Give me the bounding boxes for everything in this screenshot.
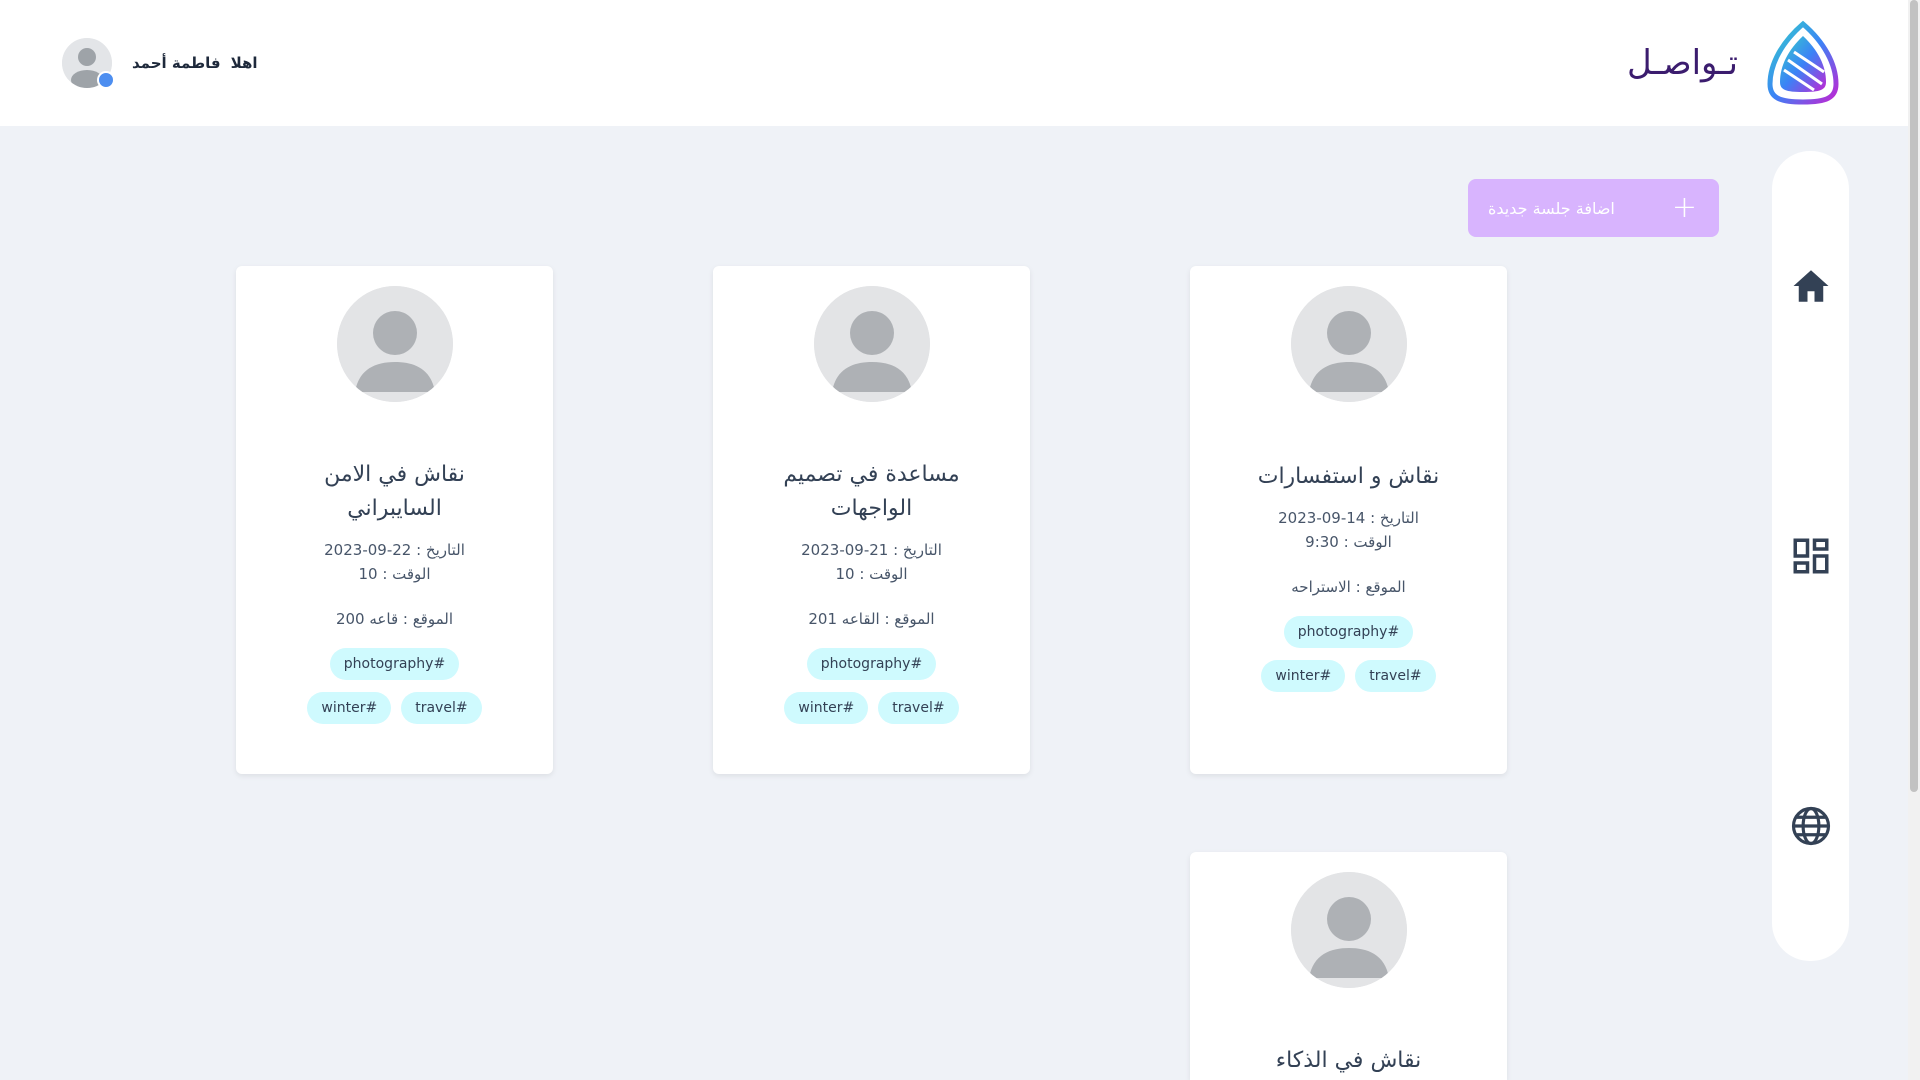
session-date: التاريخ : 14-09-2023 — [1278, 509, 1419, 527]
add-session-button[interactable]: + اضافة جلسة جديدة — [1468, 179, 1719, 237]
avatar — [1290, 872, 1407, 988]
user-avatar-icon — [813, 286, 930, 402]
session-card[interactable]: مساعدة في تصميم الواجهات التاريخ : 21-09… — [713, 266, 1030, 774]
globe-icon[interactable] — [1790, 805, 1832, 847]
tag-list: photography# travel# winter# — [784, 648, 959, 724]
session-date: التاريخ : 21-09-2023 — [801, 541, 942, 559]
session-datetime: التاريخ : 22-09-2023 الوقت : 10 — [324, 538, 465, 586]
user-profile[interactable]: اهلا فاطمة أحمد — [62, 38, 258, 90]
tag[interactable]: winter# — [784, 692, 869, 724]
session-card[interactable]: نقاش في الذكاء — [1190, 852, 1507, 1080]
session-title: نقاش و استفسارات — [1257, 464, 1440, 489]
home-icon[interactable] — [1790, 265, 1832, 307]
greeting-text: اهلا — [230, 54, 258, 72]
user-greeting: اهلا فاطمة أحمد — [132, 54, 258, 72]
session-location: الموقع : القاعه 201 — [808, 610, 935, 628]
scrollbar[interactable] — [1908, 0, 1920, 1080]
session-location: الموقع : الاستراحه — [1291, 578, 1406, 596]
dashboard-icon[interactable] — [1790, 535, 1832, 577]
user-avatar-icon — [1290, 286, 1407, 402]
tag[interactable]: winter# — [307, 692, 392, 724]
session-time: الوقت : 9:30 — [1305, 533, 1392, 551]
tag[interactable]: photography# — [806, 648, 937, 680]
session-datetime: التاريخ : 14-09-2023 الوقت : 9:30 — [1278, 506, 1419, 554]
session-title: نقاش في الامن السايبراني — [324, 462, 465, 521]
session-title: نقاش في الذكاء — [1275, 1048, 1422, 1073]
plus-icon: + — [1671, 190, 1697, 225]
session-datetime: التاريخ : 21-09-2023 الوقت : 10 — [801, 538, 942, 586]
session-date: التاريخ : 22-09-2023 — [324, 541, 465, 559]
tag[interactable]: winter# — [1261, 660, 1346, 692]
user-avatar-icon — [336, 286, 453, 402]
tag[interactable]: travel# — [401, 692, 482, 724]
session-time: الوقت : 10 — [358, 565, 431, 583]
avatar — [336, 286, 453, 402]
avatar — [813, 286, 930, 402]
session-title: مساعدة في تصميم الواجهات — [783, 462, 960, 521]
brand-name: تـواصـل — [1626, 43, 1738, 83]
add-session-label: اضافة جلسة جديدة — [1488, 198, 1615, 218]
tag-list: photography# travel# winter# — [1261, 616, 1436, 692]
session-location: الموقع : قاعه 200 — [335, 610, 454, 628]
avatar[interactable] — [62, 38, 115, 90]
online-status-dot — [97, 71, 115, 89]
side-nav — [1772, 151, 1849, 961]
session-card[interactable]: نقاش في الامن السايبراني التاريخ : 22-09… — [236, 266, 553, 774]
top-header: تـواصـل اهلا فاطمة أحمد — [0, 0, 1908, 126]
tag[interactable]: photography# — [1283, 616, 1414, 648]
tag[interactable]: travel# — [878, 692, 959, 724]
avatar — [1290, 286, 1407, 402]
logo-icon — [1764, 20, 1842, 106]
user-avatar-icon — [1290, 872, 1407, 988]
user-name: فاطمة أحمد — [132, 54, 221, 72]
tag[interactable]: travel# — [1355, 660, 1436, 692]
session-time: الوقت : 10 — [835, 565, 908, 583]
session-card[interactable]: نقاش و استفسارات التاريخ : 14-09-2023 ال… — [1190, 266, 1507, 774]
brand[interactable]: تـواصـل — [1627, 20, 1842, 106]
tag[interactable]: photography# — [329, 648, 460, 680]
scrollbar-thumb[interactable] — [1910, 0, 1918, 792]
tag-list: photography# travel# winter# — [307, 648, 482, 724]
